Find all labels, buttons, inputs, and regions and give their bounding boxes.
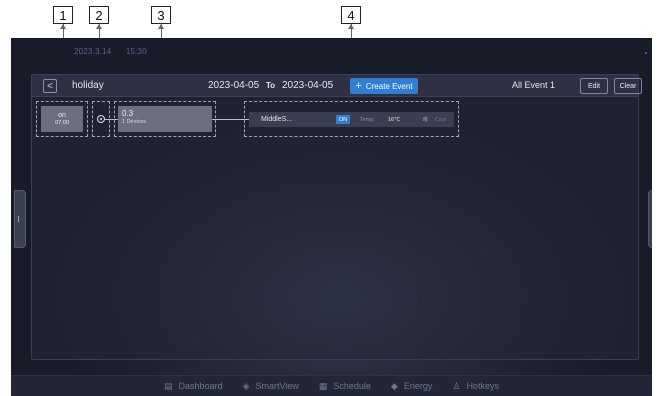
event-state: on <box>58 112 66 119</box>
callout-2: 2 <box>89 6 109 24</box>
schedule-icon: ▦ <box>318 380 328 391</box>
device-name: MiddleS... <box>261 116 293 123</box>
nav-smartview[interactable]: ◈ SmartView <box>243 381 299 391</box>
nav-hotkeys[interactable]: ♙ Hotkeys <box>452 381 499 391</box>
clear-button[interactable]: Clear <box>614 78 642 94</box>
app-screen: 2023.3.14 15:30 < holiday 2023-04-05 To … <box>11 38 652 396</box>
dashboard-icon: ▤ <box>164 380 173 391</box>
callout-1: 1 <box>53 6 73 24</box>
chevron-left-icon: < <box>47 80 53 92</box>
status-date: 2023.3.14 <box>74 47 112 56</box>
connector-line <box>105 119 119 120</box>
group-name: 0.3 <box>122 109 134 118</box>
schedule-panel: < holiday 2023-04-05 To 2023-04-05 + Cre… <box>31 74 642 360</box>
create-event-button[interactable]: + Create Event <box>350 78 418 94</box>
smartview-icon: ◈ <box>242 380 250 391</box>
start-date[interactable]: 2023-04-05 <box>208 80 259 91</box>
temp-label: Temp <box>360 117 374 123</box>
schedule-title: holiday <box>72 80 104 91</box>
nav-hotkeys-label: Hotkeys <box>466 381 499 391</box>
timeline-node-icon[interactable] <box>97 115 105 123</box>
to-label: To <box>266 81 276 90</box>
temp-value: 16℃ <box>388 117 401 123</box>
connector-line <box>212 119 249 120</box>
snowflake-icon: ❄ <box>422 115 429 124</box>
nav-dashboard-label: Dashboard <box>178 381 223 391</box>
edit-button[interactable]: Edit <box>580 78 608 94</box>
device-card[interactable]: MiddleS... ON Temp 16℃ ❄ Cool <box>249 112 454 127</box>
corner-dot-icon <box>645 52 647 54</box>
device-group-card[interactable]: 0.3 1 Devices <box>118 106 212 132</box>
mode-label: Cool <box>435 117 447 123</box>
nav-schedule[interactable]: ▦ Schedule <box>319 381 371 391</box>
end-date[interactable]: 2023-04-05 <box>282 80 333 91</box>
left-drawer-handle[interactable] <box>14 190 26 248</box>
nav-smartview-label: SmartView <box>255 381 299 391</box>
back-button[interactable]: < <box>43 79 57 93</box>
nav-dashboard[interactable]: ▤ Dashboard <box>164 381 223 391</box>
energy-icon: ◆ <box>390 380 398 391</box>
nav-schedule-label: Schedule <box>333 381 371 391</box>
nav-energy-label: Energy <box>403 381 433 391</box>
status-time: 15:30 <box>125 47 147 56</box>
hotkeys-icon: ♙ <box>452 380 461 391</box>
right-drawer-handle[interactable] <box>648 190 652 248</box>
plus-icon: + <box>355 79 362 92</box>
group-device-count: 1 Devices <box>122 119 147 125</box>
grip-icon <box>18 216 22 222</box>
create-event-label: Create Event <box>365 81 413 91</box>
power-badge[interactable]: ON <box>336 115 350 124</box>
callout-4: 4 <box>341 6 361 24</box>
event-count: All Event 1 <box>512 80 556 90</box>
status-datetime: 2023.3.14 15:30 <box>74 47 159 56</box>
schedule-toolbar: < holiday 2023-04-05 To 2023-04-05 + Cre… <box>32 75 642 97</box>
nav-energy[interactable]: ◆ Energy <box>391 381 432 391</box>
bottom-nav: ▤ Dashboard ◈ SmartView ▦ Schedule ◆ Ene… <box>11 375 652 396</box>
event-time: 07:00 <box>55 120 69 126</box>
event-time-card[interactable]: on 07:00 <box>41 106 83 132</box>
callout-3: 3 <box>151 6 171 24</box>
